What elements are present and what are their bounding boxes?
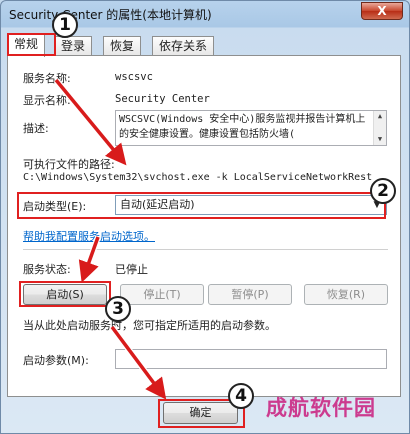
- help-configure-link[interactable]: 帮助我配置服务启动选项。: [23, 228, 155, 244]
- startup-type-dropdown[interactable]: 自动(延迟启动) ▼: [115, 195, 387, 215]
- start-button[interactable]: 启动(S): [23, 284, 107, 305]
- startup-type-value: 自动(延迟启动): [120, 198, 195, 211]
- service-name-label: 服务名称:: [23, 72, 71, 85]
- description-text: WSCSVC(Windows 安全中心)服务监视并报告计算机上的安全健康设置。健…: [119, 114, 366, 140]
- service-status-value: 已停止: [115, 263, 148, 276]
- separator: [23, 249, 388, 250]
- description-scrollbar[interactable]: ▲ ▼: [373, 111, 386, 145]
- callout-badge-2: 2: [370, 178, 396, 204]
- service-status-label: 服务状态:: [23, 263, 71, 276]
- startup-params-hint: 当从此处启动服务时，您可指定所适用的启动参数。: [23, 319, 276, 332]
- watermark-text: 成航软件园: [266, 396, 376, 420]
- exe-path-label: 可执行文件的路径:: [23, 158, 115, 171]
- startup-params-label: 启动参数(M):: [23, 354, 89, 367]
- startup-params-input[interactable]: [115, 349, 387, 369]
- display-name-label: 显示名称:: [23, 94, 71, 107]
- general-tab-panel: 服务名称: wscsvc 显示名称: Security Center 描述: W…: [7, 55, 401, 397]
- tab-logon[interactable]: 登录: [54, 36, 93, 56]
- callout-badge-1: 1: [52, 12, 78, 38]
- description-textbox[interactable]: WSCSVC(Windows 安全中心)服务监视并报告计算机上的安全健康设置。健…: [115, 110, 387, 146]
- tab-dependencies[interactable]: 依存关系: [152, 36, 215, 56]
- ok-button[interactable]: 确定: [163, 402, 238, 424]
- display-name-value: Security Center: [115, 93, 210, 105]
- scroll-up-arrow-icon[interactable]: ▲: [374, 111, 386, 122]
- description-label: 描述:: [23, 122, 49, 135]
- tab-general[interactable]: 常规: [7, 34, 46, 57]
- startup-type-label: 启动类型(E):: [23, 200, 87, 213]
- resume-button[interactable]: 恢复(R): [304, 284, 388, 305]
- tab-recovery[interactable]: 恢复: [103, 36, 142, 56]
- callout-badge-3: 3: [105, 296, 131, 322]
- pause-button[interactable]: 暂停(P): [208, 284, 292, 305]
- close-button[interactable]: X: [361, 2, 403, 20]
- stop-button[interactable]: 停止(T): [120, 284, 204, 305]
- scroll-down-arrow-icon[interactable]: ▼: [374, 134, 386, 145]
- callout-badge-4: 4: [228, 383, 254, 409]
- service-name-value: wscsvc: [115, 71, 153, 83]
- window-title: Security Center 的属性(本地计算机): [9, 8, 212, 22]
- exe-path-value: C:\Windows\System32\svchost.exe -k Local…: [23, 172, 373, 183]
